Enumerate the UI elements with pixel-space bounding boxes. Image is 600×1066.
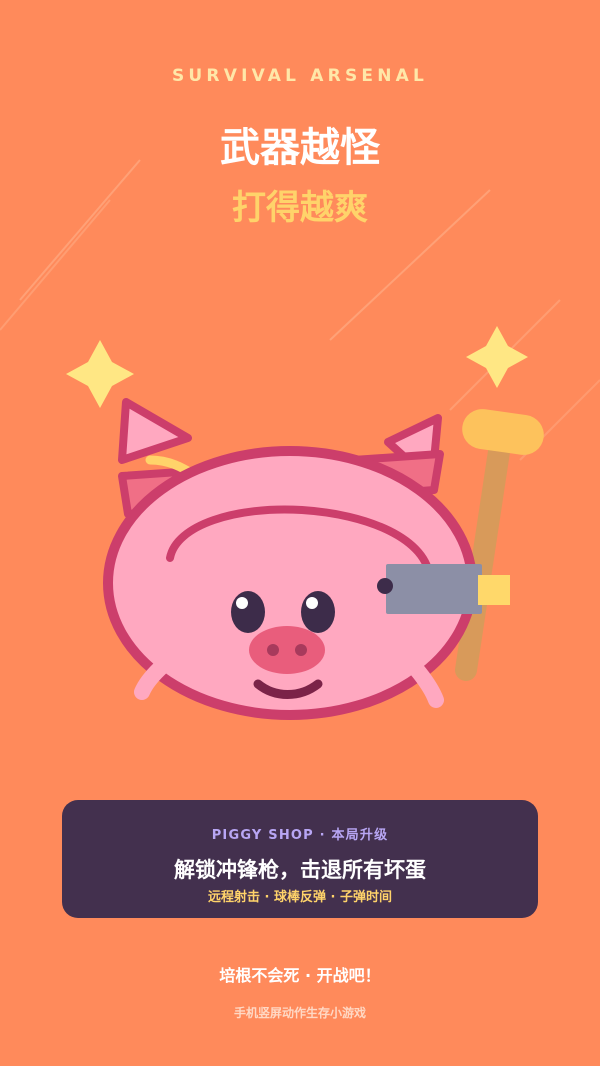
sparkle-icon — [66, 340, 134, 408]
poster: SURVIVAL ARSENAL 武器越怪 打得越爽 PIGGY SHOP · … — [0, 0, 600, 1066]
shop-sub-text: 远程射击 · 球棒反弹 · 子弹时间 — [208, 890, 392, 905]
call-to-action: 培根不会死 · 开战吧！ — [219, 966, 381, 985]
headline-line-2: 打得越爽 — [232, 188, 368, 228]
pig-illustration — [66, 326, 544, 720]
footer-text: 手机竖屏动作生存小游戏 — [233, 1006, 366, 1020]
pig-snout — [249, 626, 325, 674]
sparkle-icon — [466, 326, 528, 388]
headline-line-1: 武器越怪 — [220, 125, 380, 171]
shop-main-text: 解锁冲锋枪，击退所有坏蛋 — [174, 858, 426, 882]
eyebrow-title: SURVIVAL ARSENAL — [171, 66, 429, 86]
baseball-bat-icon — [455, 409, 544, 681]
shop-title: PIGGY SHOP · 本局升级 — [211, 828, 389, 843]
shop-card: PIGGY SHOP · 本局升级 解锁冲锋枪，击退所有坏蛋 远程射击 · 球棒… — [62, 800, 538, 918]
